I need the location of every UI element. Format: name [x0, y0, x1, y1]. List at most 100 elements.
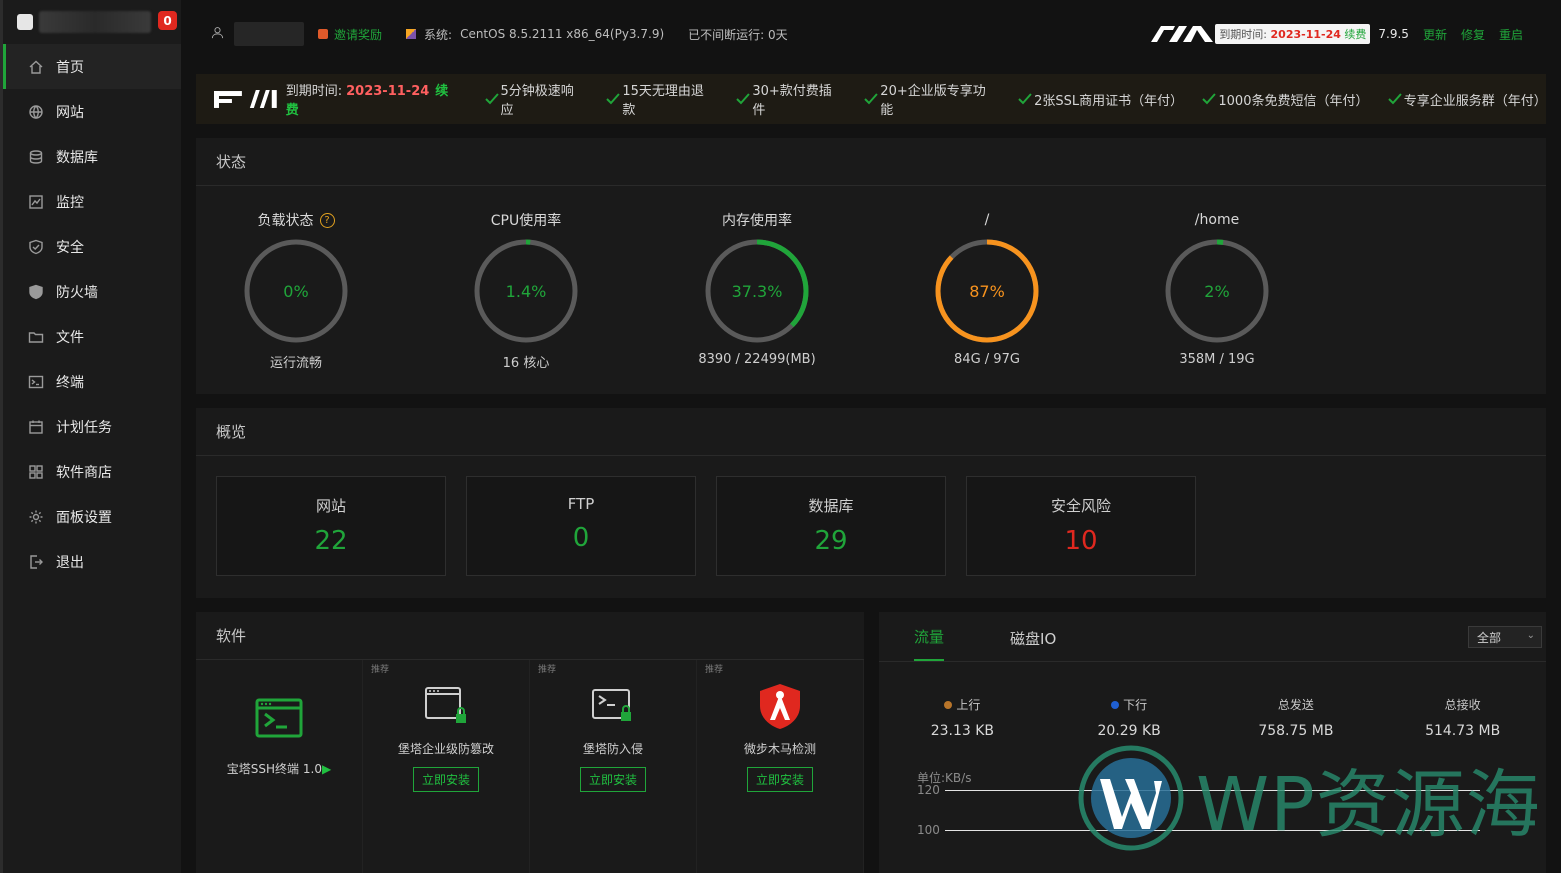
- feature-item: 15天无理由退款: [606, 80, 716, 118]
- y-tick-label: 120: [917, 783, 940, 797]
- gauge[interactable]: 负载状态?0%运行流畅: [196, 210, 396, 371]
- traffic-stat: 总发送758.75 MB: [1213, 696, 1380, 739]
- username-field[interactable]: [234, 22, 304, 46]
- play-icon[interactable]: ▶: [322, 762, 331, 776]
- sidebar-item-label: 退出: [56, 552, 84, 572]
- overview-panel: 概览 网站22FTP0数据库29安全风险10: [196, 408, 1546, 598]
- sidebar-item-1[interactable]: 网站: [3, 89, 181, 134]
- sidebar-item-label: 监控: [56, 192, 84, 212]
- tab-traffic[interactable]: 流量: [914, 626, 944, 661]
- topbar-right: 到期时间: 2023-11-24 续费 7.9.5 更新 修复 重启: [1147, 24, 1523, 44]
- gauge-value: 37.3%: [702, 236, 812, 346]
- traffic-stat-label: 总接收: [1379, 696, 1546, 713]
- gauge-subtext: 358M / 19G: [1117, 352, 1317, 367]
- traffic-stat-label: 上行: [879, 696, 1046, 713]
- tab-disk-io[interactable]: 磁盘IO: [1010, 628, 1056, 661]
- gauge[interactable]: /87%84G / 97G: [887, 210, 1087, 367]
- gauge-subtext: 16 核心: [426, 352, 626, 371]
- user-icon[interactable]: [211, 26, 224, 42]
- gauge-value: 87%: [932, 236, 1042, 346]
- trojan-shield-icon: [756, 682, 804, 730]
- sidebar-item-0[interactable]: 首页: [3, 44, 181, 89]
- status-title: 状态: [196, 138, 1546, 186]
- traffic-stat-label-text: 总接收: [1445, 696, 1481, 713]
- traffic-tabs: 流量 磁盘IO 全部⌄: [879, 612, 1546, 662]
- gauge-title-text: 负载状态: [258, 210, 314, 230]
- gauge[interactable]: CPU使用率1.4%16 核心: [426, 210, 626, 371]
- sidebar-item-8[interactable]: 计划任务: [3, 404, 181, 449]
- gauge-ring: 1.4%: [471, 236, 581, 346]
- overview-card[interactable]: 网站22: [216, 476, 446, 576]
- gauge[interactable]: 内存使用率37.3%8390 / 22499(MB): [657, 210, 857, 367]
- sidebar-item-3[interactable]: 监控: [3, 179, 181, 224]
- software-item-ssh-terminal[interactable]: 宝塔SSH终端 1.0▶: [196, 660, 363, 873]
- os-icon: [406, 29, 416, 39]
- software-item-trojan-detect: 推荐 微步木马检测 立即安装: [697, 660, 864, 873]
- expire-chip: 到期时间: 2023-11-24 续费: [1215, 24, 1370, 44]
- check-icon: [1202, 93, 1216, 105]
- sidebar-item-7[interactable]: 终端: [3, 359, 181, 404]
- gift-icon: [318, 29, 328, 39]
- sidebar-item-11[interactable]: 退出: [3, 539, 181, 584]
- terminal-app-icon: [255, 694, 303, 742]
- sidebar-item-9[interactable]: 软件商店: [3, 449, 181, 494]
- traffic-stat-label-text: 上行: [956, 696, 980, 713]
- software-title: 软件: [196, 612, 864, 660]
- notification-badge[interactable]: 0: [158, 11, 177, 30]
- gauge-subtext: 8390 / 22499(MB): [657, 352, 857, 367]
- recommend-tag: 推荐: [371, 662, 389, 675]
- wordpress-logo-icon: [1078, 745, 1184, 851]
- traffic-stat-label-text: 下行: [1123, 696, 1147, 713]
- software-name: 堡塔企业级防篡改: [363, 740, 529, 757]
- sidebar-item-10[interactable]: 面板设置: [3, 494, 181, 539]
- sidebar-item-6[interactable]: 文件: [3, 314, 181, 359]
- renew-link[interactable]: 续费: [1344, 28, 1366, 41]
- repair-link[interactable]: 修复: [1461, 26, 1485, 43]
- restart-link[interactable]: 重启: [1499, 26, 1523, 43]
- traffic-stat-label: 下行: [1046, 696, 1213, 713]
- recommend-tag: 推荐: [538, 662, 556, 675]
- shield-icon: [28, 239, 44, 255]
- gauge-value: 0%: [241, 236, 351, 346]
- globe-icon: [28, 104, 44, 120]
- update-link[interactable]: 更新: [1423, 26, 1447, 43]
- overview-card-value: 0: [467, 523, 695, 553]
- overview-card[interactable]: 数据库29: [716, 476, 946, 576]
- traffic-stat-value: 23.13 KB: [879, 723, 1046, 739]
- database-icon: [28, 149, 44, 165]
- gauge[interactable]: /home 2% 358M / 19G: [1117, 210, 1317, 367]
- gauge-title-text: /home: [1195, 212, 1239, 228]
- sidebar-item-4[interactable]: 安全: [3, 224, 181, 269]
- install-button[interactable]: 立即安装: [580, 767, 646, 792]
- sidebar-user-name[interactable]: [39, 11, 151, 33]
- sidebar-menu: 首页网站数据库监控安全防火墙文件终端计划任务软件商店面板设置退出: [3, 44, 181, 584]
- feature-item: 5分钟极速响应: [485, 80, 587, 118]
- y-tick-label: 100: [917, 823, 940, 837]
- sidebar-item-label: 网站: [56, 102, 84, 122]
- invite-reward-link[interactable]: 邀请奖励: [318, 26, 382, 43]
- sidebar-item-label: 计划任务: [56, 417, 112, 437]
- check-icon: [864, 93, 878, 105]
- overview-card[interactable]: 安全风险10: [966, 476, 1196, 576]
- overview-card[interactable]: FTP0: [466, 476, 696, 576]
- ssh-terminal-label: 宝塔SSH终端 1.0: [227, 762, 322, 776]
- feature-label: 30+款付费插件: [752, 80, 844, 118]
- banner-expire: 到期时间:2023-11-24续费: [286, 80, 461, 118]
- install-button[interactable]: 立即安装: [747, 767, 813, 792]
- ltd-brand-icon: [1147, 24, 1219, 44]
- install-button[interactable]: 立即安装: [413, 767, 479, 792]
- sidebar-item-2[interactable]: 数据库: [3, 134, 181, 179]
- help-icon[interactable]: ?: [320, 213, 335, 228]
- expire-date: 2023-11-24: [1271, 28, 1341, 41]
- tamper-proof-icon: [422, 682, 470, 730]
- recommend-tag: 推荐: [705, 662, 723, 675]
- sidebar-item-5[interactable]: 防火墙: [3, 269, 181, 314]
- gauge-ring: 2%: [1162, 236, 1272, 346]
- monitor-icon: [28, 194, 44, 210]
- software-name: 微步木马检测: [697, 740, 863, 757]
- sidebar-item-label: 软件商店: [56, 462, 112, 482]
- feature-label: 15天无理由退款: [622, 80, 716, 118]
- interface-select[interactable]: 全部⌄: [1468, 626, 1542, 648]
- feature-item: 1000条免费短信（年付）: [1202, 80, 1367, 118]
- calendar-icon: [28, 419, 44, 435]
